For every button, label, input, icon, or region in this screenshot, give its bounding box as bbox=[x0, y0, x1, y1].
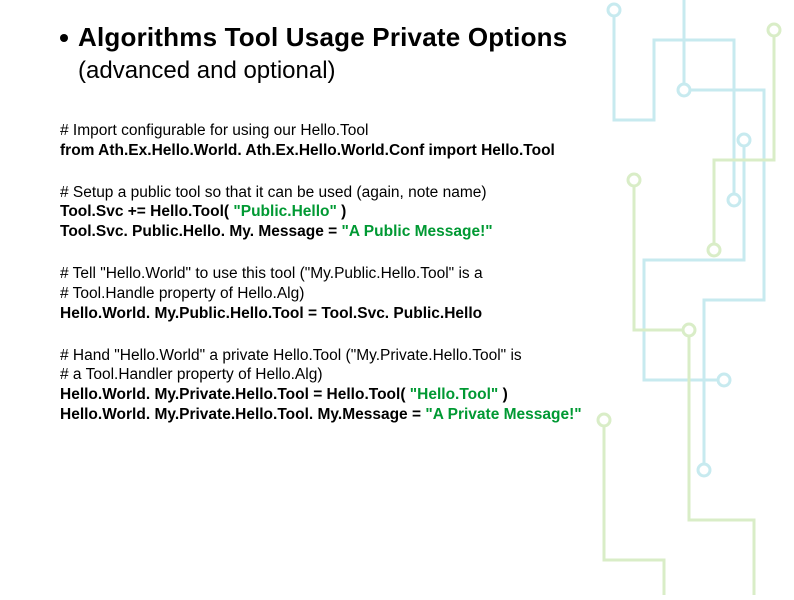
comment-line: # Tool.Handle property of Hello.Alg) bbox=[60, 284, 754, 304]
code-line: Hello.World. My.Public.Hello.Tool = Tool… bbox=[60, 304, 754, 324]
code-line: Hello.World. My.Private.Hello.Tool. My.M… bbox=[60, 405, 754, 425]
code-fragment: ) bbox=[337, 203, 346, 220]
code-fragment: Hello.World. My.Private.Hello.Tool = Hel… bbox=[60, 386, 410, 403]
string-literal: "Public.Hello" bbox=[233, 203, 336, 220]
code-fragment: ) bbox=[498, 386, 507, 403]
code-block-public-tool: # Setup a public tool so that it can be … bbox=[60, 183, 754, 242]
string-literal: "A Private Message!" bbox=[425, 406, 581, 423]
code-block-tell: # Tell "Hello.World" to use this tool ("… bbox=[60, 264, 754, 323]
comment-line: # Setup a public tool so that it can be … bbox=[60, 183, 754, 203]
code-line: Tool.Svc += Hello.Tool( "Public.Hello" ) bbox=[60, 202, 754, 222]
string-literal: "Hello.Tool" bbox=[410, 386, 498, 403]
code-block-private-tool: # Hand "Hello.World" a private Hello.Too… bbox=[60, 346, 754, 425]
slide-content: Algorithms Tool Usage Private Options (a… bbox=[0, 0, 794, 467]
slide-title: Algorithms Tool Usage Private Options bbox=[78, 22, 567, 53]
code-block-import: # Import configurable for using our Hell… bbox=[60, 121, 754, 161]
slide-subtitle: (advanced and optional) bbox=[78, 57, 754, 85]
comment-line: # Import configurable for using our Hell… bbox=[60, 121, 754, 141]
string-literal: "A Public Message!" bbox=[342, 223, 493, 240]
code-line: Tool.Svc. Public.Hello. My. Message = "A… bbox=[60, 222, 754, 242]
code-fragment: Hello.World. My.Private.Hello.Tool. My.M… bbox=[60, 406, 425, 423]
code-line: Hello.World. My.Private.Hello.Tool = Hel… bbox=[60, 385, 754, 405]
code-fragment: Tool.Svc. Public.Hello. My. Message = bbox=[60, 223, 342, 240]
code-fragment: Tool.Svc += Hello.Tool( bbox=[60, 203, 233, 220]
comment-line: # a Tool.Handler property of Hello.Alg) bbox=[60, 365, 754, 385]
code-line: from Ath.Ex.Hello.World. Ath.Ex.Hello.Wo… bbox=[60, 141, 754, 161]
title-row: Algorithms Tool Usage Private Options bbox=[60, 22, 754, 53]
bullet-icon bbox=[60, 34, 68, 42]
comment-line: # Hand "Hello.World" a private Hello.Too… bbox=[60, 346, 754, 366]
comment-line: # Tell "Hello.World" to use this tool ("… bbox=[60, 264, 754, 284]
